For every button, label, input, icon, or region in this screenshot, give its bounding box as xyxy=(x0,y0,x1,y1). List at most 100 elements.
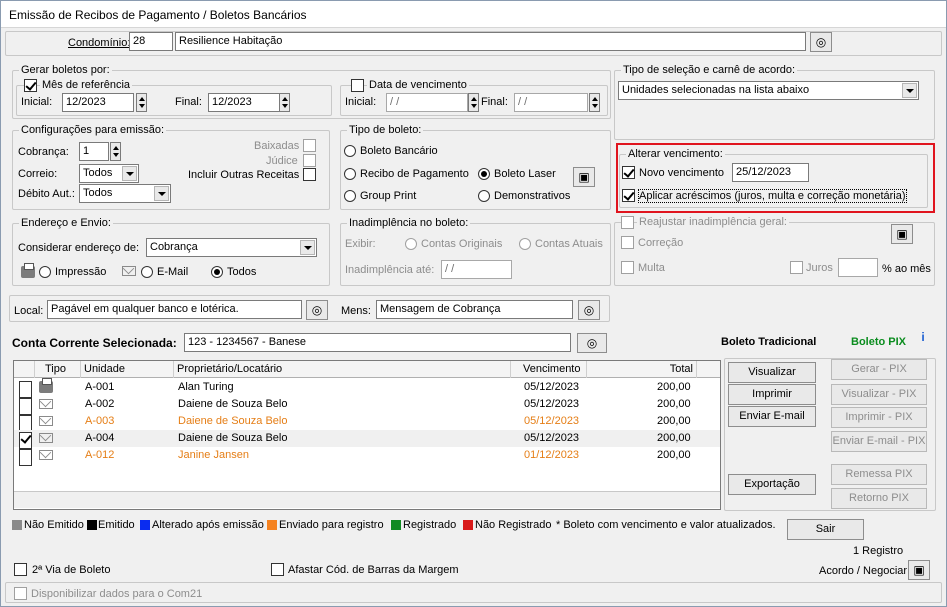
impressao-radio[interactable] xyxy=(39,266,51,278)
horizontal-scrollbar[interactable] xyxy=(14,491,720,508)
endereco-legend: Endereço e Envio: xyxy=(19,217,113,229)
header-tipo[interactable]: Tipo xyxy=(35,361,81,378)
disponibilizar-label: Disponibilizar dados para o Com21 xyxy=(31,588,203,600)
gerar-pix-button[interactable]: Gerar - PIX xyxy=(831,359,927,380)
inadimplencia-ate-input[interactable]: / / xyxy=(441,260,512,279)
recibo-radio[interactable] xyxy=(344,168,356,180)
group-radio[interactable] xyxy=(344,190,356,202)
boleto-config-button[interactable]: ▣ xyxy=(573,167,595,187)
enviar-pix-label: Enviar E-mail - PIX xyxy=(832,435,926,447)
table-row[interactable]: A-004 Daiene de Souza Belo 05/12/2023 20… xyxy=(14,430,720,449)
search-condominio-button[interactable]: ◎ xyxy=(810,32,832,52)
data-venc-checkbox[interactable] xyxy=(351,79,364,92)
judice-checkbox[interactable] xyxy=(303,154,316,167)
venc-inicial-input[interactable]: / / xyxy=(386,93,468,112)
incluir-label: Incluir Outras Receitas xyxy=(188,169,300,181)
mes-inicial-spinner[interactable] xyxy=(136,93,147,112)
config-legend: Configurações para emissão: xyxy=(19,124,167,136)
reajustar-checkbox[interactable] xyxy=(621,216,634,229)
info-icon[interactable]: i xyxy=(916,330,930,344)
table-row[interactable]: A-001 Alan Turing 05/12/2023 200,00 xyxy=(14,378,720,398)
header-total[interactable]: Total xyxy=(587,361,697,378)
disponibilizar-checkbox[interactable] xyxy=(14,587,27,600)
sair-button[interactable]: Sair xyxy=(787,519,864,540)
correcao-checkbox[interactable] xyxy=(621,236,634,249)
reajustar-label: Reajustar inadimplência geral: xyxy=(637,216,789,228)
considerar-value: Cobrança xyxy=(150,241,198,253)
bancario-radio[interactable] xyxy=(344,145,356,157)
header-proprietario[interactable]: Proprietário/Locatário xyxy=(174,361,511,378)
email-radio[interactable] xyxy=(141,266,153,278)
mes-final-input[interactable]: 12/2023 xyxy=(208,93,280,112)
multa-checkbox[interactable] xyxy=(621,261,634,274)
todos-radio[interactable] xyxy=(211,266,223,278)
incluir-checkbox[interactable] xyxy=(303,168,316,181)
atuais-radio[interactable] xyxy=(519,238,531,250)
considerar-select[interactable]: Cobrança xyxy=(146,238,317,257)
local-search-button[interactable]: ◎ xyxy=(306,300,328,320)
debito-select[interactable]: Todos xyxy=(79,184,171,203)
acordo-button[interactable]: ▣ xyxy=(908,560,930,580)
mes-final-spinner[interactable] xyxy=(279,93,290,112)
bancario-label: Boleto Bancário xyxy=(360,145,438,157)
enviar-email-button[interactable]: Enviar E-mail xyxy=(728,406,816,427)
conta-input[interactable]: 123 - 1234567 - Banese xyxy=(184,333,571,352)
demonstrativos-label: Demonstrativos xyxy=(494,190,571,202)
correio-select[interactable]: Todos xyxy=(79,164,139,183)
table-row[interactable]: A-012 Janine Jansen 01/12/2023 200,00 xyxy=(14,447,720,466)
header-vencimento[interactable]: Vencimento xyxy=(511,361,587,378)
mes-inicial-input[interactable]: 12/2023 xyxy=(62,93,134,112)
laser-radio[interactable] xyxy=(478,168,490,180)
tipo-selecao-select[interactable]: Unidades selecionadas na lista abaixo xyxy=(618,81,919,100)
row-unidade: A-001 xyxy=(85,381,115,393)
juros-checkbox[interactable] xyxy=(790,261,803,274)
boleto-tradicional-label: Boleto Tradicional xyxy=(721,336,817,348)
imprimir-pix-button[interactable]: Imprimir - PIX xyxy=(831,407,927,428)
originais-radio[interactable] xyxy=(405,238,417,250)
afastar-checkbox[interactable] xyxy=(271,563,284,576)
local-input[interactable]: Pagável em qualquer banco e lotérica. xyxy=(47,300,302,319)
reajustar-config-button[interactable]: ▣ xyxy=(891,224,913,244)
row-nome: Janine Jansen xyxy=(178,449,249,461)
venc-final-input[interactable]: / / xyxy=(514,93,588,112)
row-nome: Daiene de Souza Belo xyxy=(178,432,288,444)
header-unidade[interactable]: Unidade xyxy=(81,361,174,378)
row-nome: Daiene de Souza Belo xyxy=(178,398,288,410)
segunda-via-checkbox[interactable] xyxy=(14,563,27,576)
envelope-icon xyxy=(36,413,53,430)
venc-inicial-spinner[interactable] xyxy=(468,93,479,112)
settings-icon: ▣ xyxy=(913,563,925,577)
retorno-pix-button[interactable]: Retorno PIX xyxy=(831,488,927,509)
demonstrativos-radio[interactable] xyxy=(478,190,490,202)
visualizar-pix-label: Visualizar - PIX xyxy=(841,388,917,400)
baixadas-label: Baixadas xyxy=(254,140,300,152)
conta-label: Conta Corrente Selecionada: xyxy=(12,336,177,350)
row-total: 200,00 xyxy=(657,432,691,444)
considerar-label: Considerar endereço de: xyxy=(18,242,140,254)
juros-input[interactable] xyxy=(838,258,878,277)
table-row[interactable]: A-002 Daiene de Souza Belo 05/12/2023 20… xyxy=(14,396,720,415)
cobranca-spinner[interactable] xyxy=(110,142,121,161)
condominio-name-input[interactable]: Resilience Habitação xyxy=(175,32,806,51)
row-total: 200,00 xyxy=(657,415,691,427)
row-unidade: A-004 xyxy=(85,432,115,444)
mens-search-button[interactable]: ◎ xyxy=(578,300,600,320)
condominio-code-input[interactable]: 28 xyxy=(129,32,173,51)
visualizar-button[interactable]: Visualizar xyxy=(728,362,816,383)
atuais-label: Contas Atuais xyxy=(535,238,603,250)
visualizar-pix-button[interactable]: Visualizar - PIX xyxy=(831,384,927,405)
imprimir-button[interactable]: Imprimir xyxy=(728,384,816,405)
inicial-label: Inicial: xyxy=(21,96,53,108)
mes-ref-checkbox[interactable] xyxy=(24,79,37,92)
conta-search-button[interactable]: ◎ xyxy=(577,333,607,353)
baixadas-checkbox[interactable] xyxy=(303,139,316,152)
correio-label: Correio: xyxy=(18,168,58,180)
cobranca-input[interactable]: 1 xyxy=(79,142,109,161)
enviar-pix-button[interactable]: Enviar E-mail - PIX xyxy=(831,431,927,452)
venc-final-spinner[interactable] xyxy=(589,93,600,112)
exportacao-button[interactable]: Exportação xyxy=(728,474,816,495)
table-row[interactable]: A-003 Daiene de Souza Belo 05/12/2023 20… xyxy=(14,413,720,432)
mens-input[interactable]: Mensagem de Cobrança xyxy=(376,300,573,319)
row-checkbox[interactable] xyxy=(19,449,32,466)
remessa-pix-button[interactable]: Remessa PIX xyxy=(831,464,927,485)
